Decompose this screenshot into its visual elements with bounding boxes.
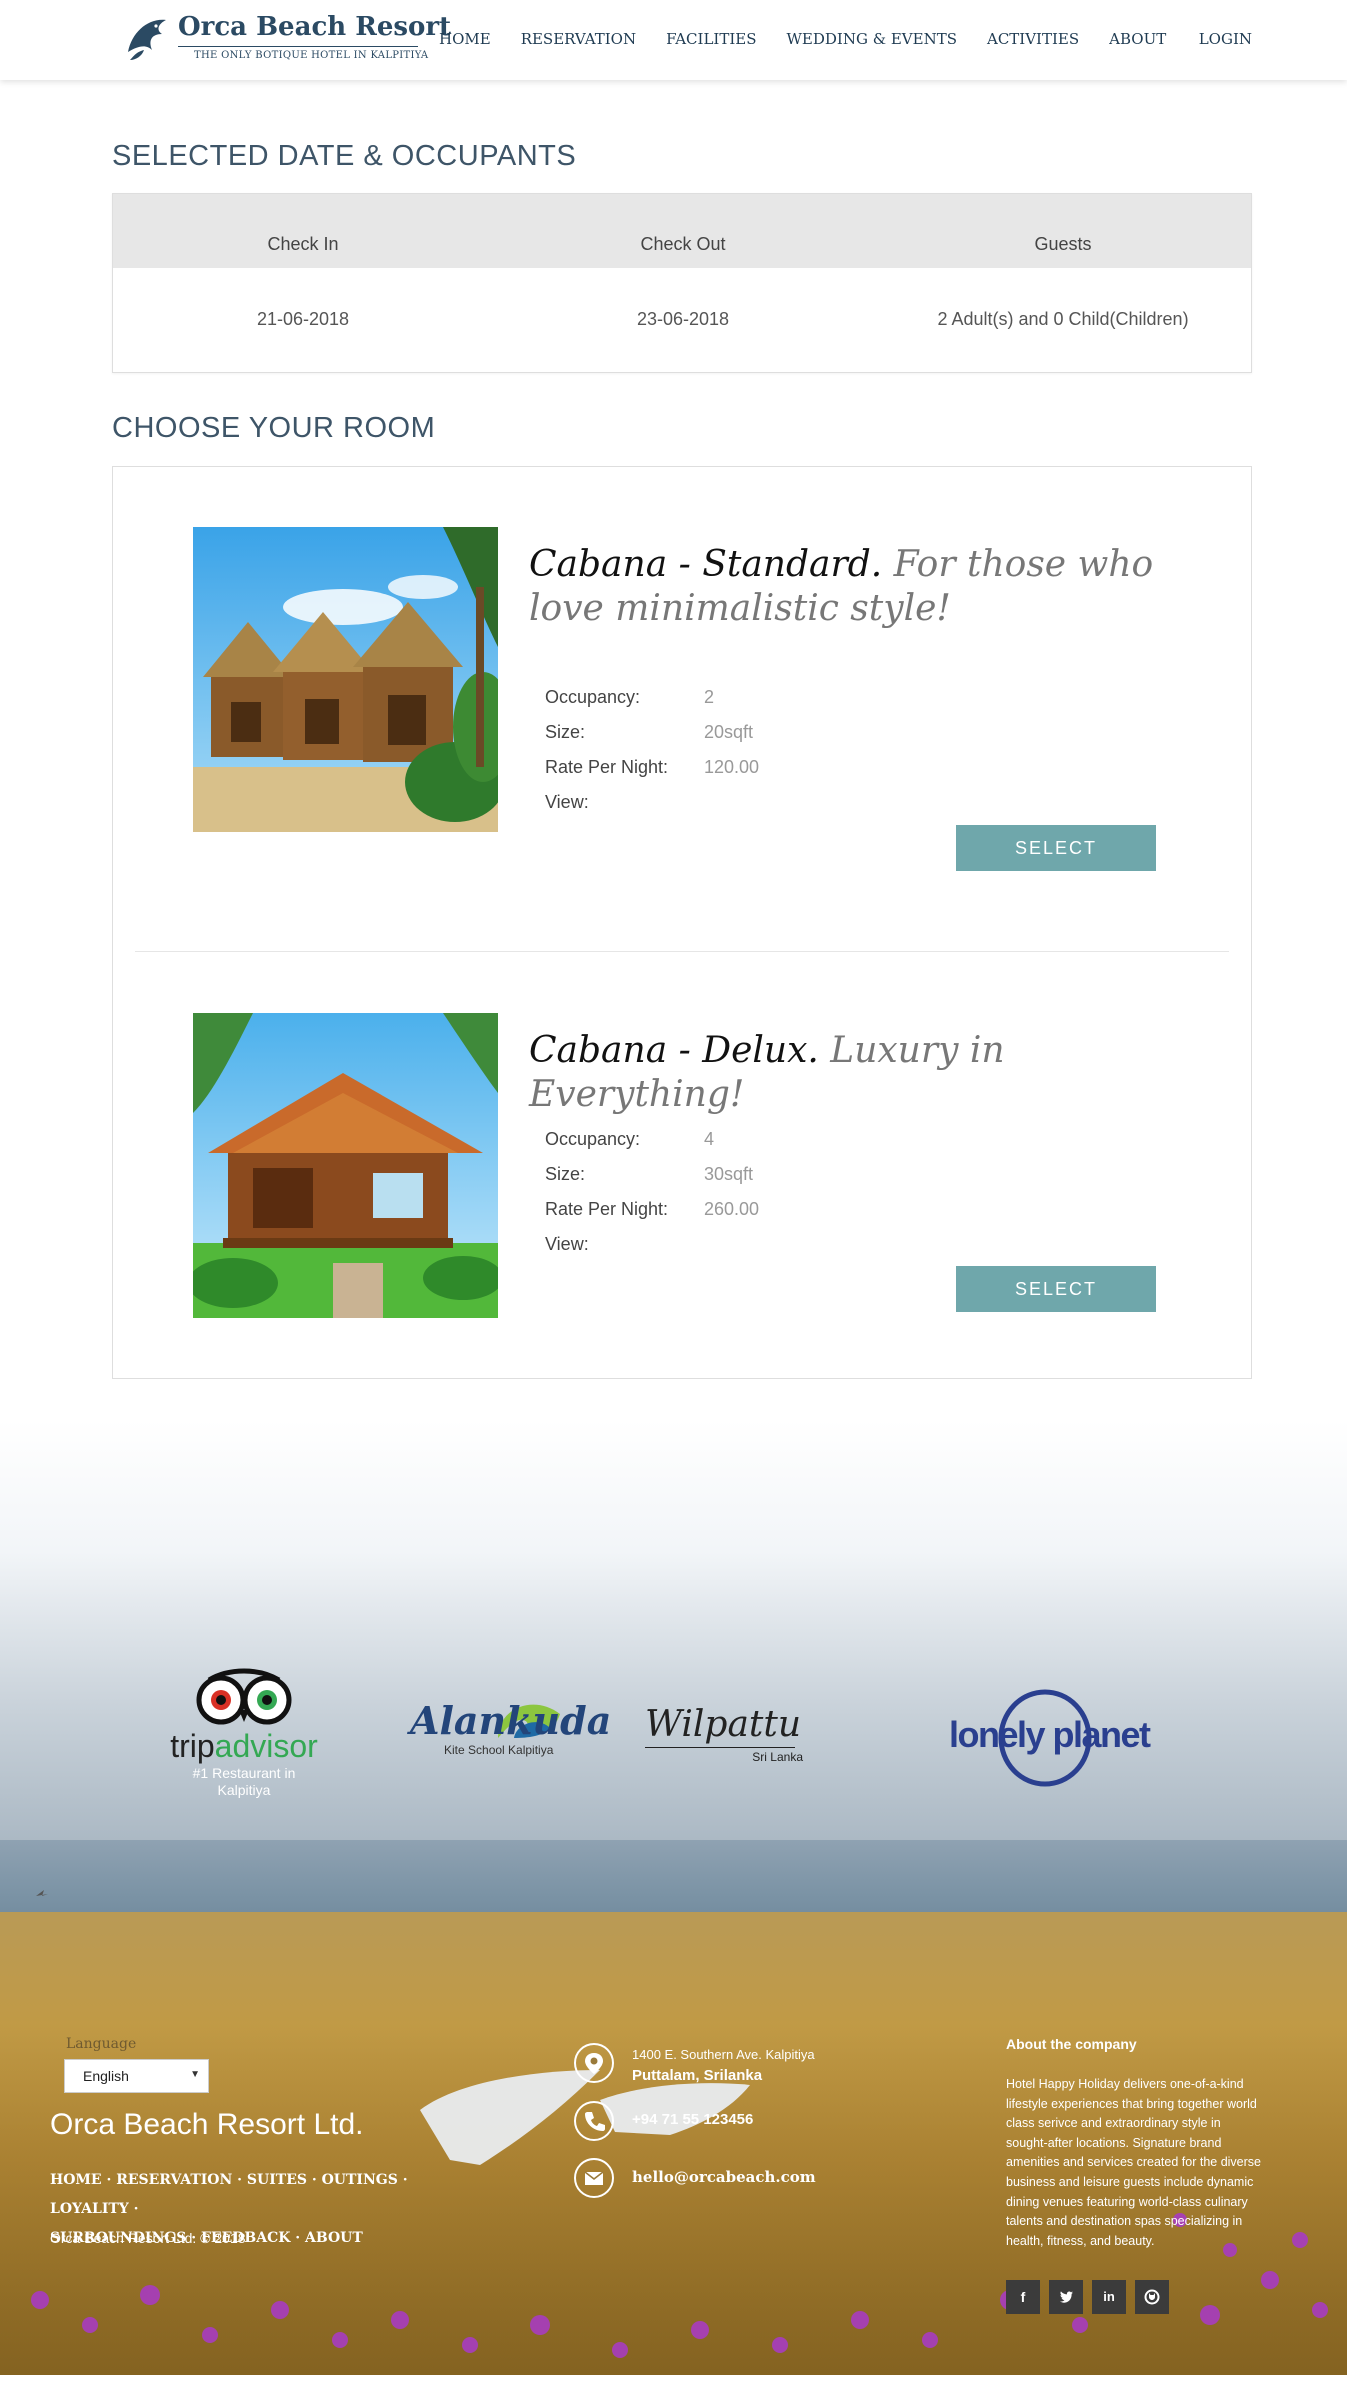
room-delux-title: Cabana - Delux. Luxury in Everything! bbox=[529, 1029, 1169, 1117]
phone-number[interactable]: +94 71 55 123456 bbox=[632, 2111, 753, 2128]
footer-link-about[interactable]: ABOUT bbox=[305, 2230, 363, 2246]
chevron-down-icon: ▼ bbox=[190, 2069, 200, 2080]
nav-wedding-events[interactable]: WEDDING & EVENTS bbox=[787, 30, 957, 48]
alankuda-name: Alankuda bbox=[410, 1698, 612, 1743]
checkout-value: 23-06-2018 bbox=[636, 309, 730, 329]
guests-header: Guests bbox=[1034, 234, 1092, 254]
company-name: Orca Beach Resort Ltd. bbox=[50, 2108, 364, 2141]
spec-size-value: 20sqft bbox=[704, 722, 754, 742]
spec-rate-value: 260.00 bbox=[704, 1199, 760, 1219]
about-title: About the company bbox=[1006, 2036, 1137, 2052]
orca-logo-icon bbox=[128, 19, 166, 60]
checkout-header: Check Out bbox=[640, 234, 726, 254]
tripadvisor-caption: #1 Restaurant in Kalpitiya bbox=[192, 1765, 296, 1798]
logo-tagline: THE ONLY BOTIQUE HOTEL IN KALPITIYA bbox=[194, 50, 429, 61]
tripadvisor-trip: trip bbox=[170, 1728, 215, 1764]
guests-value: 2 Adult(s) and 0 Child(Children) bbox=[937, 309, 1189, 329]
checkin-header: Check In bbox=[267, 234, 339, 254]
spec-rate-value: 120.00 bbox=[704, 757, 760, 777]
owl-icon bbox=[196, 1668, 292, 1725]
spec-occupancy-value: 2 bbox=[704, 687, 715, 707]
site-logo[interactable]: Orca Beach Resort THE ONLY BOTIQUE HOTEL… bbox=[122, 10, 451, 68]
checkin-value: 21-06-2018 bbox=[256, 309, 350, 329]
email-link[interactable]: hello@orcabeach.com bbox=[632, 2168, 816, 2186]
github-icon[interactable] bbox=[1135, 2280, 1169, 2314]
lonely-planet-name: lonely planet bbox=[949, 1714, 1151, 1755]
nav-reservation[interactable]: RESERVATION bbox=[521, 30, 636, 48]
rooms-list: Cabana - Standard. For those who love mi… bbox=[112, 466, 1252, 1379]
spec-rate-label: Rate Per Night: bbox=[545, 757, 669, 777]
occupants-table: Check In Check Out Guests 21-06-2018 23-… bbox=[112, 193, 1252, 373]
room-delux-image[interactable] bbox=[193, 1013, 498, 1318]
nav-facilities[interactable]: FACILITIES bbox=[666, 30, 756, 48]
logo-divider bbox=[178, 46, 418, 47]
select-standard-button[interactable]: SELECT bbox=[956, 825, 1156, 871]
wilpattu-name: Wilpattu bbox=[645, 1704, 802, 1745]
alankuda-caption: Kite School Kalpitiya bbox=[444, 1743, 554, 1757]
room-standard-image[interactable] bbox=[193, 527, 498, 832]
page-bottom-strip bbox=[0, 2375, 1347, 2394]
nav-activities[interactable]: ACTIVITIES bbox=[987, 30, 1079, 48]
logo-name: Orca Beach Resort bbox=[178, 12, 452, 42]
room-delux-name: Cabana - Delux. bbox=[529, 1030, 819, 1071]
spec-occupancy-label: Occupancy: bbox=[545, 1129, 641, 1149]
spec-occupancy-value: 4 bbox=[704, 1129, 715, 1149]
address-line2: Puttalam, Srilanka bbox=[632, 2067, 763, 2084]
login-link[interactable]: LOGIN bbox=[1199, 30, 1252, 48]
spec-size-label: Size: bbox=[545, 722, 586, 742]
footer-link-reservation[interactable]: RESERVATION bbox=[116, 2172, 232, 2188]
language-select[interactable]: English ▼ bbox=[64, 2059, 209, 2093]
lonely-planet-logo[interactable]: lonely planet bbox=[945, 1688, 1151, 1788]
occupants-title: SELECTED DATE & OCCUPANTS bbox=[112, 140, 577, 172]
phone-icon bbox=[574, 2101, 614, 2141]
wilpattu-underline bbox=[645, 1747, 795, 1748]
room-standard-title: Cabana - Standard. For those who love mi… bbox=[529, 543, 1169, 631]
spec-occupancy-label: Occupancy: bbox=[545, 687, 641, 707]
email-icon bbox=[574, 2158, 614, 2198]
copyright: Orca Beach Resort Ltd. © 2018 bbox=[50, 2230, 246, 2246]
occupants-table-header bbox=[113, 194, 1251, 268]
spec-rate-label: Rate Per Night: bbox=[545, 1199, 669, 1219]
spec-size-label: Size: bbox=[545, 1164, 586, 1184]
facebook-icon[interactable]: f bbox=[1006, 2280, 1040, 2314]
spec-view-label: View: bbox=[545, 1234, 589, 1254]
alankuda-logo[interactable]: Alankuda Kite School Kalpitiya bbox=[410, 1698, 612, 1757]
room-standard-name: Cabana - Standard. bbox=[529, 544, 883, 585]
footer-link-home[interactable]: HOME bbox=[50, 2172, 102, 2188]
spec-size-value: 30sqft bbox=[704, 1164, 754, 1184]
site-header: Orca Beach Resort THE ONLY BOTIQUE HOTEL… bbox=[0, 0, 1347, 80]
footer-link-loyality[interactable]: LOYALITY bbox=[50, 2201, 129, 2217]
rooms-title: CHOOSE YOUR ROOM bbox=[112, 412, 436, 444]
footer-link-suites[interactable]: SUITES bbox=[247, 2172, 307, 2188]
main-nav: HOME RESERVATION FACILITIES WEDDING & EV… bbox=[439, 30, 1196, 48]
address-line1: 1400 E. Southern Ave. Kalpitiya bbox=[632, 2047, 815, 2062]
linkedin-icon[interactable]: in bbox=[1092, 2280, 1126, 2314]
tripadvisor-advisor: advisor bbox=[214, 1728, 318, 1764]
tripadvisor-logo[interactable]: tripadvisor #1 Restaurant in Kalpitiya bbox=[166, 1666, 322, 1799]
wilpattu-caption: Sri Lanka bbox=[752, 1750, 803, 1764]
spec-view-label: View: bbox=[545, 792, 589, 812]
about-text: Hotel Happy Holiday delivers one-of-a-ki… bbox=[1006, 2077, 1261, 2248]
language-value: English bbox=[83, 2068, 129, 2084]
wilpattu-logo[interactable]: Wilpattu Sri Lanka bbox=[645, 1704, 805, 1764]
select-delux-button[interactable]: SELECT bbox=[956, 1266, 1156, 1312]
twitter-icon[interactable] bbox=[1049, 2280, 1083, 2314]
nav-about[interactable]: ABOUT bbox=[1109, 30, 1166, 48]
location-pin-icon bbox=[574, 2043, 614, 2083]
language-label: Language bbox=[66, 2036, 137, 2052]
room-divider bbox=[135, 951, 1229, 952]
nav-home[interactable]: HOME bbox=[439, 30, 491, 48]
footer-link-outings[interactable]: OUTINGS bbox=[322, 2172, 398, 2188]
